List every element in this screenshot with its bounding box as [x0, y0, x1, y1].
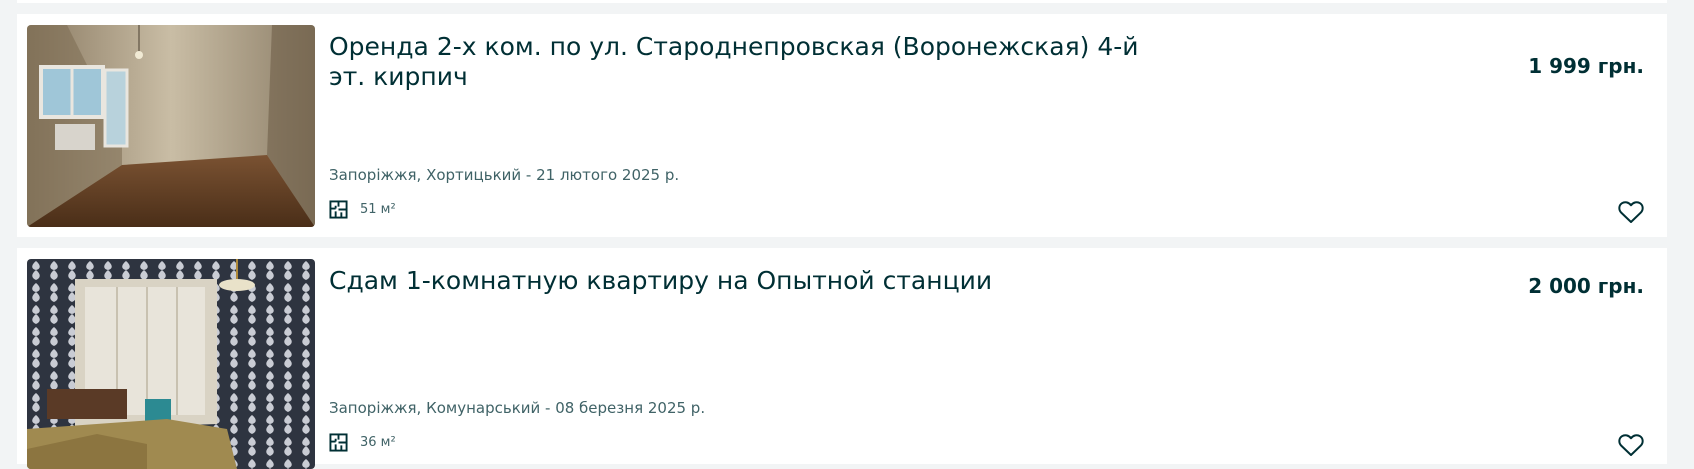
listing-price: 1 999 грн.	[1528, 54, 1644, 78]
area-value: 36 м²	[360, 435, 396, 450]
listing-price: 2 000 грн.	[1528, 274, 1644, 298]
listing-photo[interactable]	[27, 259, 315, 469]
listing-card[interactable]: Оренда 2-х ком. по ул. Староднепровская …	[17, 14, 1667, 237]
area-value: 51 м²	[360, 202, 396, 217]
floor-plan-icon	[329, 433, 348, 452]
listing-location-date: Запоріжжя, Хортицький - 21 лютого 2025 р…	[329, 166, 680, 184]
heart-outline-icon	[1618, 201, 1644, 223]
favorite-button[interactable]	[1618, 433, 1644, 457]
listing-area: 51 м²	[329, 200, 396, 219]
listing-title[interactable]: Сдам 1-комнатную квартиру на Опытной ста…	[329, 266, 1169, 296]
listing-title[interactable]: Оренда 2-х ком. по ул. Староднепровская …	[329, 32, 1169, 92]
listing-card[interactable]: Сдам 1-комнатную квартиру на Опытной ста…	[17, 248, 1667, 469]
listing-location-date: Запоріжжя, Комунарський - 08 березня 202…	[329, 399, 706, 417]
favorite-button[interactable]	[1618, 200, 1644, 224]
listing-area: 36 м²	[329, 433, 396, 452]
floor-plan-icon	[329, 200, 348, 219]
previous-listing-card-edge	[17, 0, 1667, 3]
listing-photo[interactable]	[27, 25, 315, 227]
heart-outline-icon	[1618, 434, 1644, 456]
